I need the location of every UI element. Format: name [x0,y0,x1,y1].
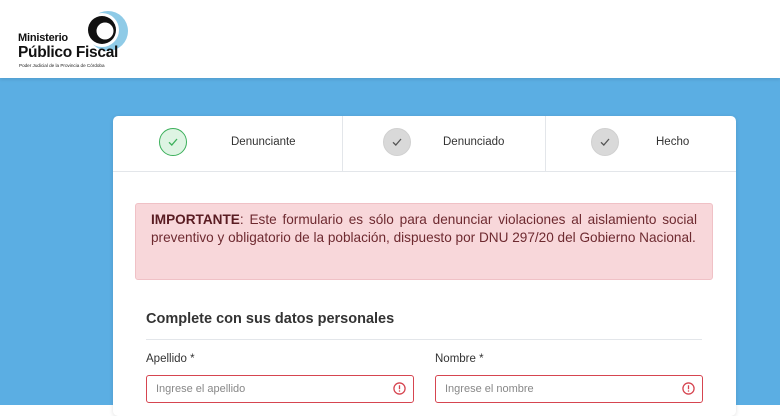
step-label: Denunciante [231,136,296,148]
check-icon [159,128,187,156]
check-icon [383,128,411,156]
nombre-label: Nombre * [435,353,484,365]
nombre-input[interactable] [435,375,703,403]
logo-line1: Ministerio [18,32,68,44]
step-label: Hecho [656,136,690,148]
important-alert: IMPORTANTE: Este formulario es sólo para… [135,203,713,280]
step-hecho[interactable]: Hecho [545,116,736,171]
form-card: Denunciante Denunciado Hecho IMPORTANTE:… [113,116,736,416]
logo-line3: Poder Judicial de la Provincia de Córdob… [19,63,105,68]
check-icon [591,128,619,156]
ministerio-logo[interactable]: Ministerio Público Fiscal Poder Judicial… [18,8,133,70]
step-denunciado[interactable]: Denunciado [342,116,545,171]
stepper: Denunciante Denunciado Hecho [113,116,736,172]
apellido-input[interactable] [146,375,414,403]
step-denunciante[interactable]: Denunciante [113,116,342,171]
section-title: Complete con sus datos personales [146,311,395,327]
header-bar: Ministerio Público Fiscal Poder Judicial… [0,0,780,78]
step-label: Denunciado [443,136,505,148]
apellido-label: Apellido * [146,353,195,365]
error-icon [393,382,406,395]
alert-strong: IMPORTANTE [151,212,240,227]
section-divider [146,339,702,340]
logo-line2: Público Fiscal [18,44,119,61]
error-icon [682,382,695,395]
